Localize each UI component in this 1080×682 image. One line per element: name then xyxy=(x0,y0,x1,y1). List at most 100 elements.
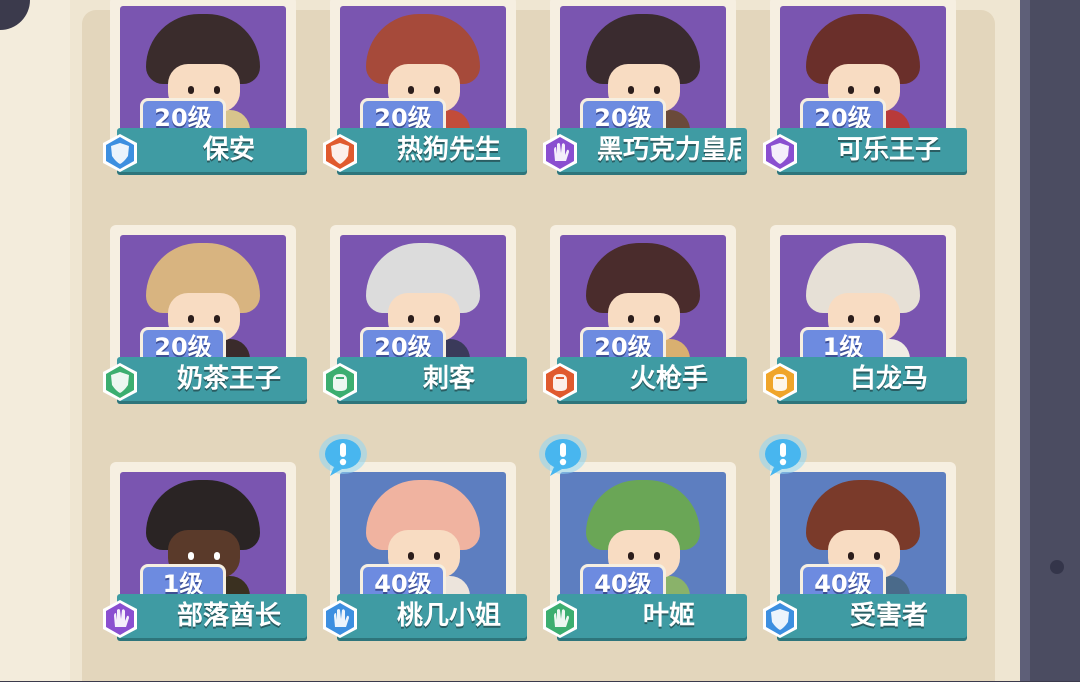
portrait-frame: 20级 xyxy=(330,225,516,375)
eye xyxy=(628,86,634,94)
shield-icon xyxy=(760,598,800,640)
portrait-frame: 20级 xyxy=(550,225,736,375)
name-bar: 奶茶王子 xyxy=(117,357,307,401)
exclamation-bubble-icon[interactable] xyxy=(534,432,592,482)
eye xyxy=(874,315,880,323)
name-bar: 可乐王子 xyxy=(777,128,967,172)
eye xyxy=(434,86,440,94)
alert-bubble xyxy=(539,434,587,476)
exclamation-bubble-icon[interactable] xyxy=(754,432,812,482)
rarity-hexagon xyxy=(323,363,357,401)
character-card[interactable]: 20级 奶茶王子 xyxy=(102,225,312,445)
alert-bubble xyxy=(319,434,367,476)
shield-icon xyxy=(100,361,140,403)
character-name: 保安 xyxy=(202,135,255,165)
character-name: 火枪手 xyxy=(629,364,708,394)
eye xyxy=(214,86,220,94)
character-portrait: 20级 xyxy=(780,6,946,136)
rarity-hexagon xyxy=(763,134,797,172)
character-card[interactable]: 20级 保安 xyxy=(102,0,312,216)
character-portrait: 1级 xyxy=(780,235,946,365)
portrait-frame: 20级 xyxy=(550,0,736,146)
eye xyxy=(188,552,194,560)
eye xyxy=(434,552,440,560)
character-portrait: 20级 xyxy=(120,6,286,136)
eye xyxy=(408,86,414,94)
character-card[interactable]: 40级 受害者 xyxy=(759,434,972,682)
exclamation-bubble-icon[interactable] xyxy=(314,432,372,482)
portrait-frame: 20级 xyxy=(330,0,516,146)
eye xyxy=(628,552,634,560)
fist-icon xyxy=(540,361,580,403)
name-bar: 桃几小姐 xyxy=(337,594,527,638)
rarity-hexagon xyxy=(543,363,577,401)
character-name: 热狗先生 xyxy=(396,135,501,165)
name-bar: 叶姬 xyxy=(557,594,747,638)
rarity-hexagon xyxy=(323,134,357,172)
character-name: 叶姬 xyxy=(642,601,695,631)
name-bar: 火枪手 xyxy=(557,357,747,401)
rarity-hexagon xyxy=(323,600,357,638)
name-bar: 刺客 xyxy=(337,357,527,401)
eye xyxy=(874,86,880,94)
portrait-frame: 40级 xyxy=(550,462,736,612)
shield-icon xyxy=(100,132,140,174)
character-name: 白龙马 xyxy=(849,364,928,394)
eye xyxy=(654,552,660,560)
eye xyxy=(188,86,194,94)
rarity-hexagon xyxy=(103,134,137,172)
character-portrait: 40级 xyxy=(560,472,726,602)
portrait-frame: 1级 xyxy=(770,225,956,375)
character-portrait: 40级 xyxy=(340,472,506,602)
character-grid: 20级 保安 20级 热狗先生 20级 黑巧克力皇后 20级 可乐王子 20级 奶茶王子 20级 刺客… xyxy=(0,0,1080,681)
character-name: 可乐王子 xyxy=(836,135,941,165)
eye xyxy=(848,315,854,323)
character-portrait: 20级 xyxy=(340,235,506,365)
shield-icon xyxy=(320,132,360,174)
shield-icon xyxy=(760,132,800,174)
portrait-frame: 1级 xyxy=(110,462,296,612)
hand-icon xyxy=(540,132,580,174)
fist-icon xyxy=(760,361,800,403)
name-bar: 受害者 xyxy=(777,594,967,638)
portrait-frame: 40级 xyxy=(330,462,516,612)
name-bar: 热狗先生 xyxy=(337,128,527,172)
character-name: 桃几小姐 xyxy=(396,601,501,631)
character-card[interactable]: 20级 黑巧克力皇后 xyxy=(542,0,752,216)
character-portrait: 40级 xyxy=(780,472,946,602)
character-card[interactable]: 20级 可乐王子 xyxy=(762,0,972,216)
eye xyxy=(408,315,414,323)
character-card[interactable]: 20级 刺客 xyxy=(322,225,532,445)
portrait-frame: 20级 xyxy=(770,0,956,146)
eye xyxy=(654,86,660,94)
character-name: 奶茶王子 xyxy=(176,364,281,394)
character-card[interactable]: 1级 部落酋长 xyxy=(102,462,312,682)
eye xyxy=(654,315,660,323)
rarity-hexagon xyxy=(543,134,577,172)
character-portrait: 20级 xyxy=(560,6,726,136)
eye xyxy=(214,315,220,323)
character-card[interactable]: 1级 白龙马 xyxy=(762,225,972,445)
character-portrait: 20级 xyxy=(560,235,726,365)
name-bar: 黑巧克力皇后 xyxy=(557,128,747,172)
eye xyxy=(214,552,220,560)
character-card[interactable]: 20级 热狗先生 xyxy=(322,0,532,216)
character-name: 黑巧克力皇后 xyxy=(597,135,741,165)
eye xyxy=(848,552,854,560)
character-card[interactable]: 20级 火枪手 xyxy=(542,225,752,445)
name-bar: 白龙马 xyxy=(777,357,967,401)
eye xyxy=(434,315,440,323)
fist-icon xyxy=(320,361,360,403)
hand-icon xyxy=(320,598,360,640)
portrait-frame: 20级 xyxy=(110,225,296,375)
portrait-frame: 20级 xyxy=(110,0,296,146)
character-card[interactable]: 40级 桃几小姐 xyxy=(319,434,532,682)
portrait-frame: 40级 xyxy=(770,462,956,612)
character-portrait: 20级 xyxy=(340,6,506,136)
character-card[interactable]: 40级 叶姬 xyxy=(539,434,752,682)
character-portrait: 1级 xyxy=(120,472,286,602)
eye xyxy=(628,315,634,323)
rarity-hexagon xyxy=(763,363,797,401)
character-portrait: 20级 xyxy=(120,235,286,365)
alert-bubble xyxy=(759,434,807,476)
